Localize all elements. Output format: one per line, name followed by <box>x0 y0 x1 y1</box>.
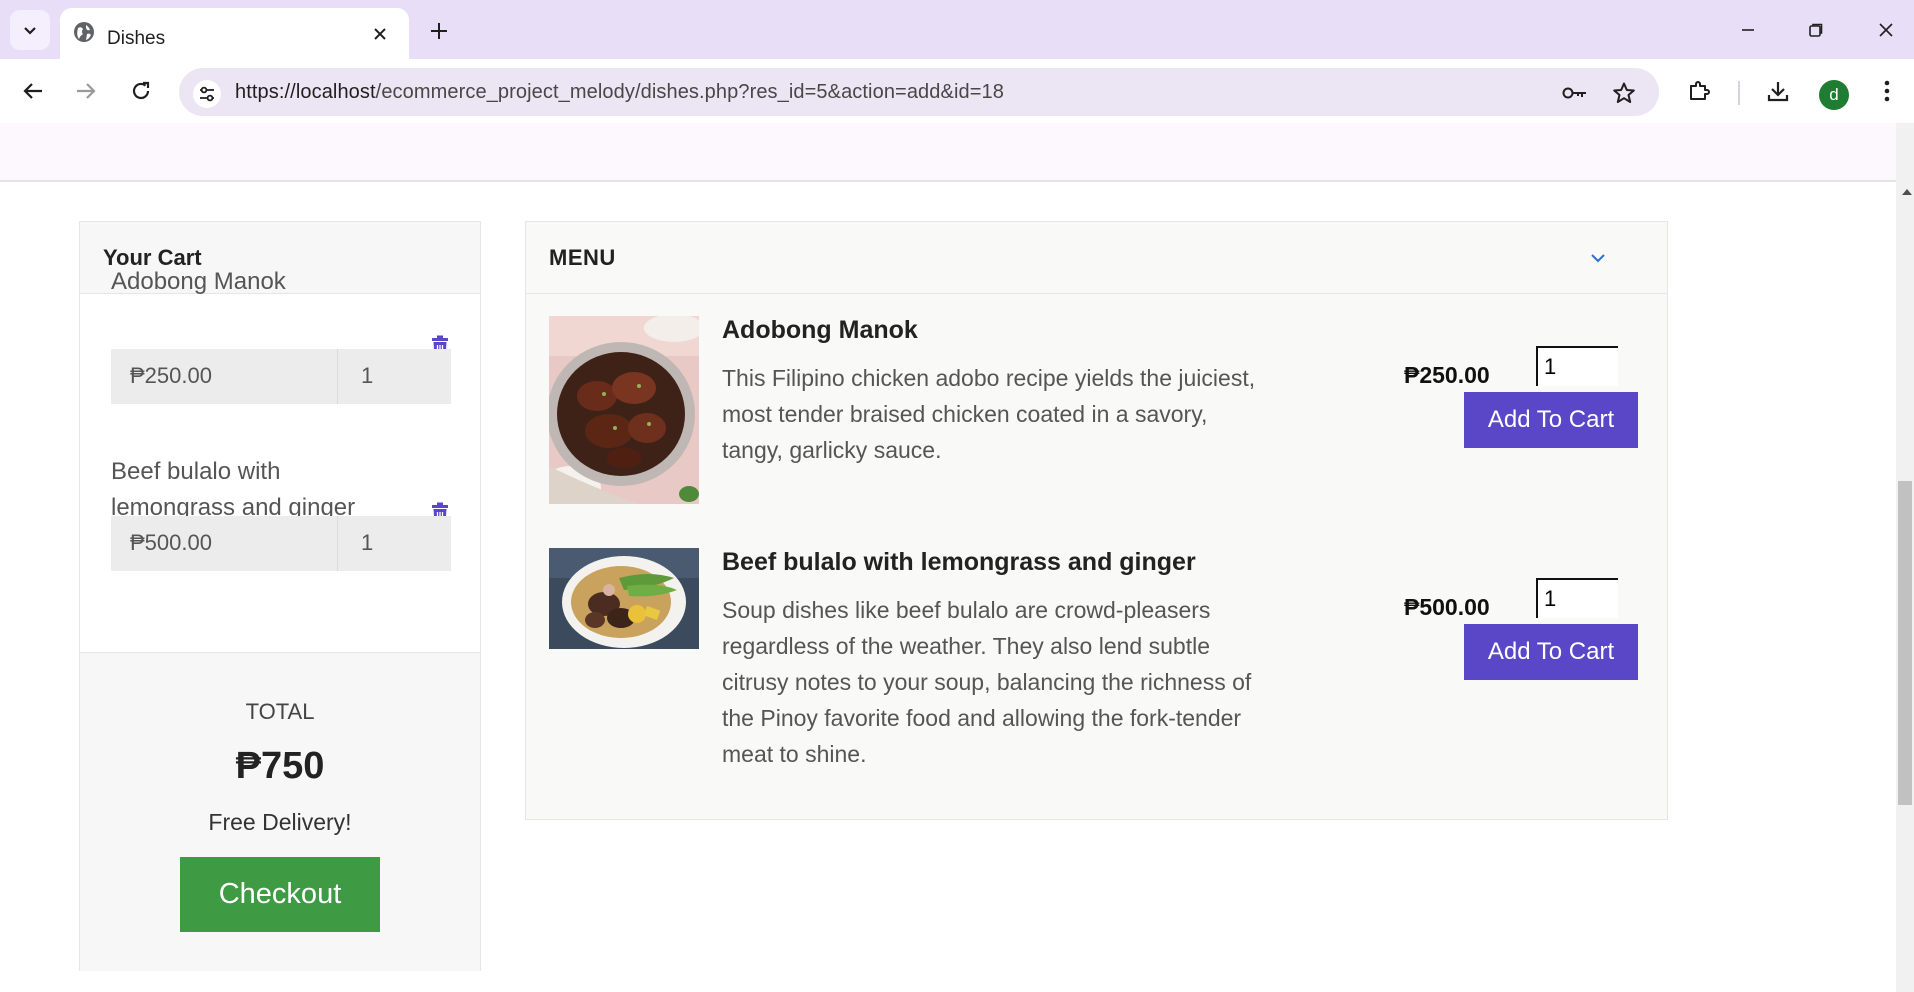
browser-toolbar: https://localhost/ecommerce_project_melo… <box>0 59 1914 123</box>
divider <box>337 516 338 571</box>
url-host: https://localhost <box>235 81 376 103</box>
globe-icon <box>74 22 94 42</box>
bookmark-star-icon[interactable] <box>1609 78 1639 108</box>
checkout-button[interactable]: Checkout <box>180 857 380 932</box>
dish-image-bulalo <box>549 548 699 649</box>
chevron-down-icon <box>24 27 36 35</box>
restore-icon[interactable] <box>1796 14 1836 46</box>
dish-name: Adobong Manok <box>722 316 918 344</box>
url-path: /ecommerce_project_melody/dishes.php?res… <box>375 81 1004 103</box>
cart-panel: Your Cart Adobong Manok ₱250.00 1 Beef b… <box>79 221 481 971</box>
forward-arrow-icon[interactable] <box>68 73 104 109</box>
dish-name: Beef bulalo with lemongrass and ginger <box>722 548 1196 576</box>
download-icon[interactable] <box>1760 73 1796 109</box>
menu-header[interactable]: MENU <box>526 222 1667 294</box>
close-window-icon[interactable] <box>1866 14 1906 46</box>
add-to-cart-button[interactable]: Add To Cart <box>1464 624 1638 680</box>
cart-item-qty: 1 <box>361 530 374 555</box>
site-settings-icon[interactable] <box>193 80 221 108</box>
page-content: Your Cart Adobong Manok ₱250.00 1 Beef b… <box>0 123 1896 992</box>
tab-search-button[interactable] <box>10 10 50 50</box>
cart-item-name: Adobong Manok <box>111 268 286 295</box>
scroll-up-arrow-icon[interactable] <box>1902 189 1912 195</box>
cart-item-price: ₱250.00 <box>130 363 212 388</box>
cart-item-price: ₱500.00 <box>130 530 212 555</box>
tab-dishes[interactable]: Dishes <box>60 8 409 59</box>
dish-price: ₱500.00 <box>1404 594 1490 620</box>
quantity-input[interactable] <box>1536 346 1618 386</box>
back-arrow-icon[interactable] <box>15 73 51 109</box>
toolbar-divider <box>1738 81 1740 105</box>
menu-title: MENU <box>549 245 616 270</box>
minimize-icon[interactable] <box>1728 14 1768 46</box>
cart-item-qty: 1 <box>361 363 374 388</box>
menu-panel: MENU Adobong Manok This Filipino chicken… <box>525 221 1668 820</box>
total-value: ₱750 <box>235 745 325 787</box>
more-menu-icon[interactable] <box>1869 73 1905 109</box>
total-label: TOTAL <box>245 699 315 724</box>
dish-description: This Filipino chicken adobo recipe yield… <box>722 365 1256 463</box>
cart-item-price-qty: ₱500.00 1 <box>111 516 451 571</box>
profile-avatar[interactable]: d <box>1819 80 1849 110</box>
cart-item-price-qty: ₱250.00 1 <box>111 349 451 404</box>
dish-description: Soup dishes like beef bulalo are crowd-p… <box>722 597 1252 767</box>
key-icon[interactable] <box>1560 78 1590 108</box>
address-bar[interactable]: https://localhost/ecommerce_project_melo… <box>179 68 1659 116</box>
delivery-note: Free Delivery! <box>208 809 352 835</box>
tab-strip: Dishes <box>0 0 1914 59</box>
extensions-icon[interactable] <box>1681 73 1717 109</box>
reload-icon[interactable] <box>123 73 159 109</box>
scrollbar-thumb[interactable] <box>1898 481 1912 805</box>
dish-price: ₱250.00 <box>1404 362 1490 388</box>
divider <box>337 349 338 404</box>
tab-title: Dishes <box>107 28 166 49</box>
url-text: https://localhost/ecommerce_project_melo… <box>235 81 1004 104</box>
quantity-input[interactable] <box>1536 578 1618 618</box>
tab-close-icon[interactable] <box>368 22 392 46</box>
new-tab-icon[interactable] <box>424 16 454 46</box>
cart-footer: TOTAL ₱750 Free Delivery! Checkout <box>80 652 480 971</box>
dish-image-adobo <box>549 316 699 504</box>
site-header-strip <box>0 123 1896 182</box>
chevron-down-icon[interactable] <box>1588 248 1608 268</box>
add-to-cart-button[interactable]: Add To Cart <box>1464 392 1638 448</box>
